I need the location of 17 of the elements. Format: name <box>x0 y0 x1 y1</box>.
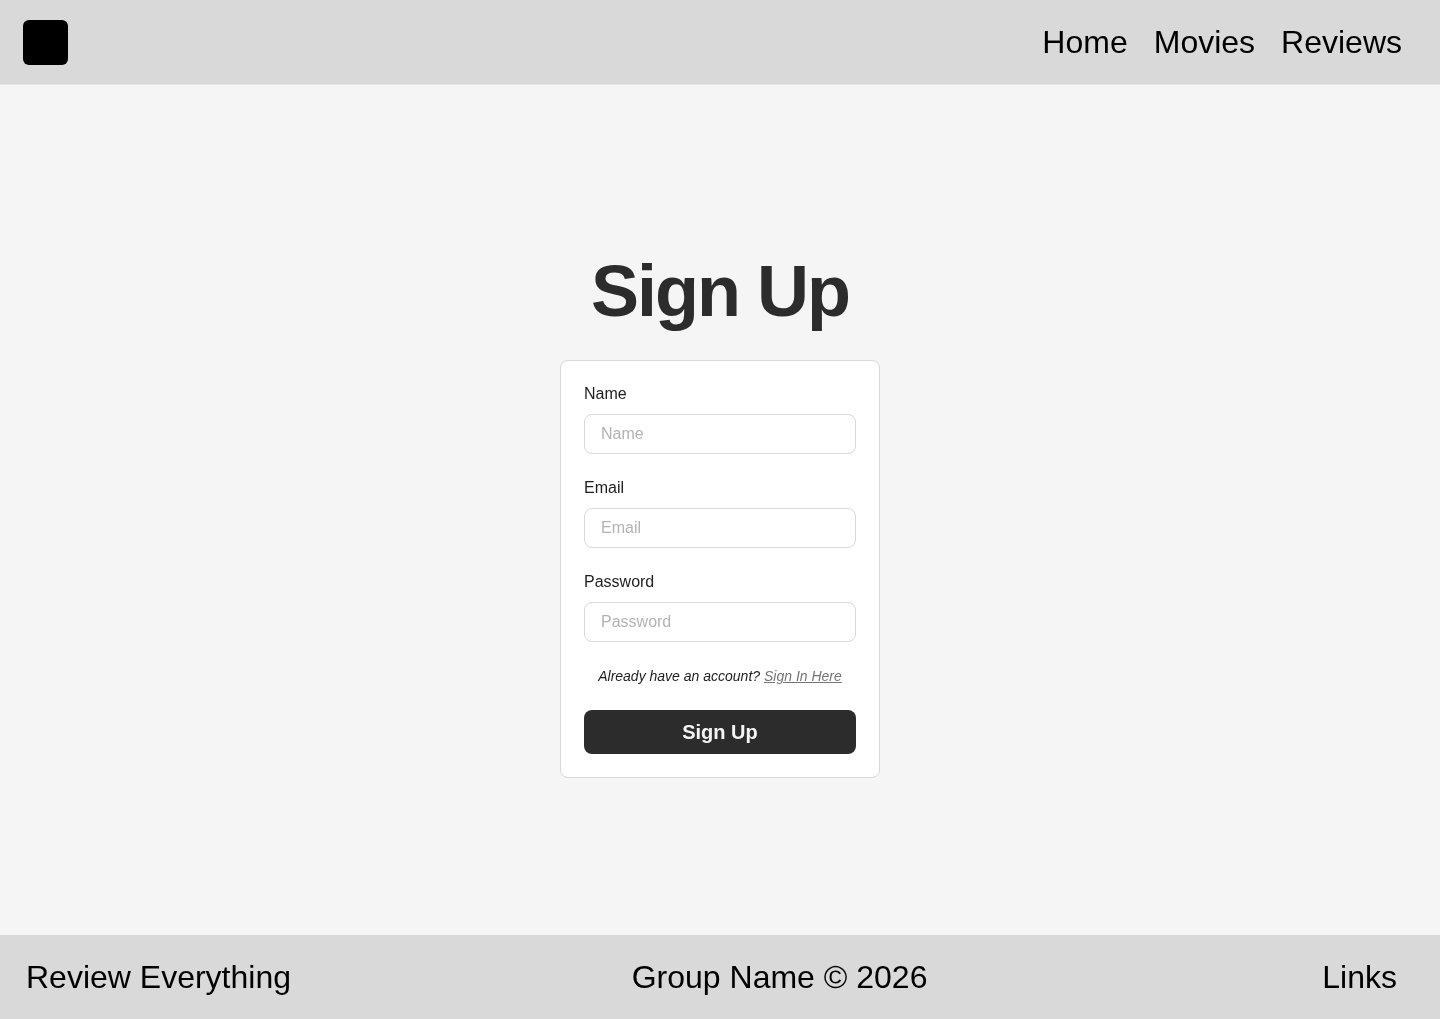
sign-in-link[interactable]: Sign In Here <box>763 668 842 685</box>
copyright-text: Group Name © 2026 <box>631 957 928 997</box>
field-label: Email <box>584 478 625 499</box>
links-link[interactable]: Links <box>1322 957 1397 997</box>
page-title: Sign Up <box>591 249 849 333</box>
nav-link[interactable]: Home <box>1042 22 1128 62</box>
nav-link[interactable]: Reviews <box>1281 22 1402 62</box>
input-field[interactable]: Password <box>584 602 856 643</box>
input-field[interactable]: Name <box>584 414 856 455</box>
input-field[interactable]: Email <box>584 508 856 549</box>
field-label: Name <box>584 384 628 405</box>
nav-link[interactable]: Movies <box>1153 22 1256 62</box>
account-prompt: Already have an account? <box>598 668 761 685</box>
square-logo-icon[interactable] <box>23 19 68 65</box>
tagline: Review Everything <box>26 957 291 997</box>
field-label: Password <box>584 572 656 593</box>
sign-up-button[interactable]: Sign Up <box>584 710 856 755</box>
